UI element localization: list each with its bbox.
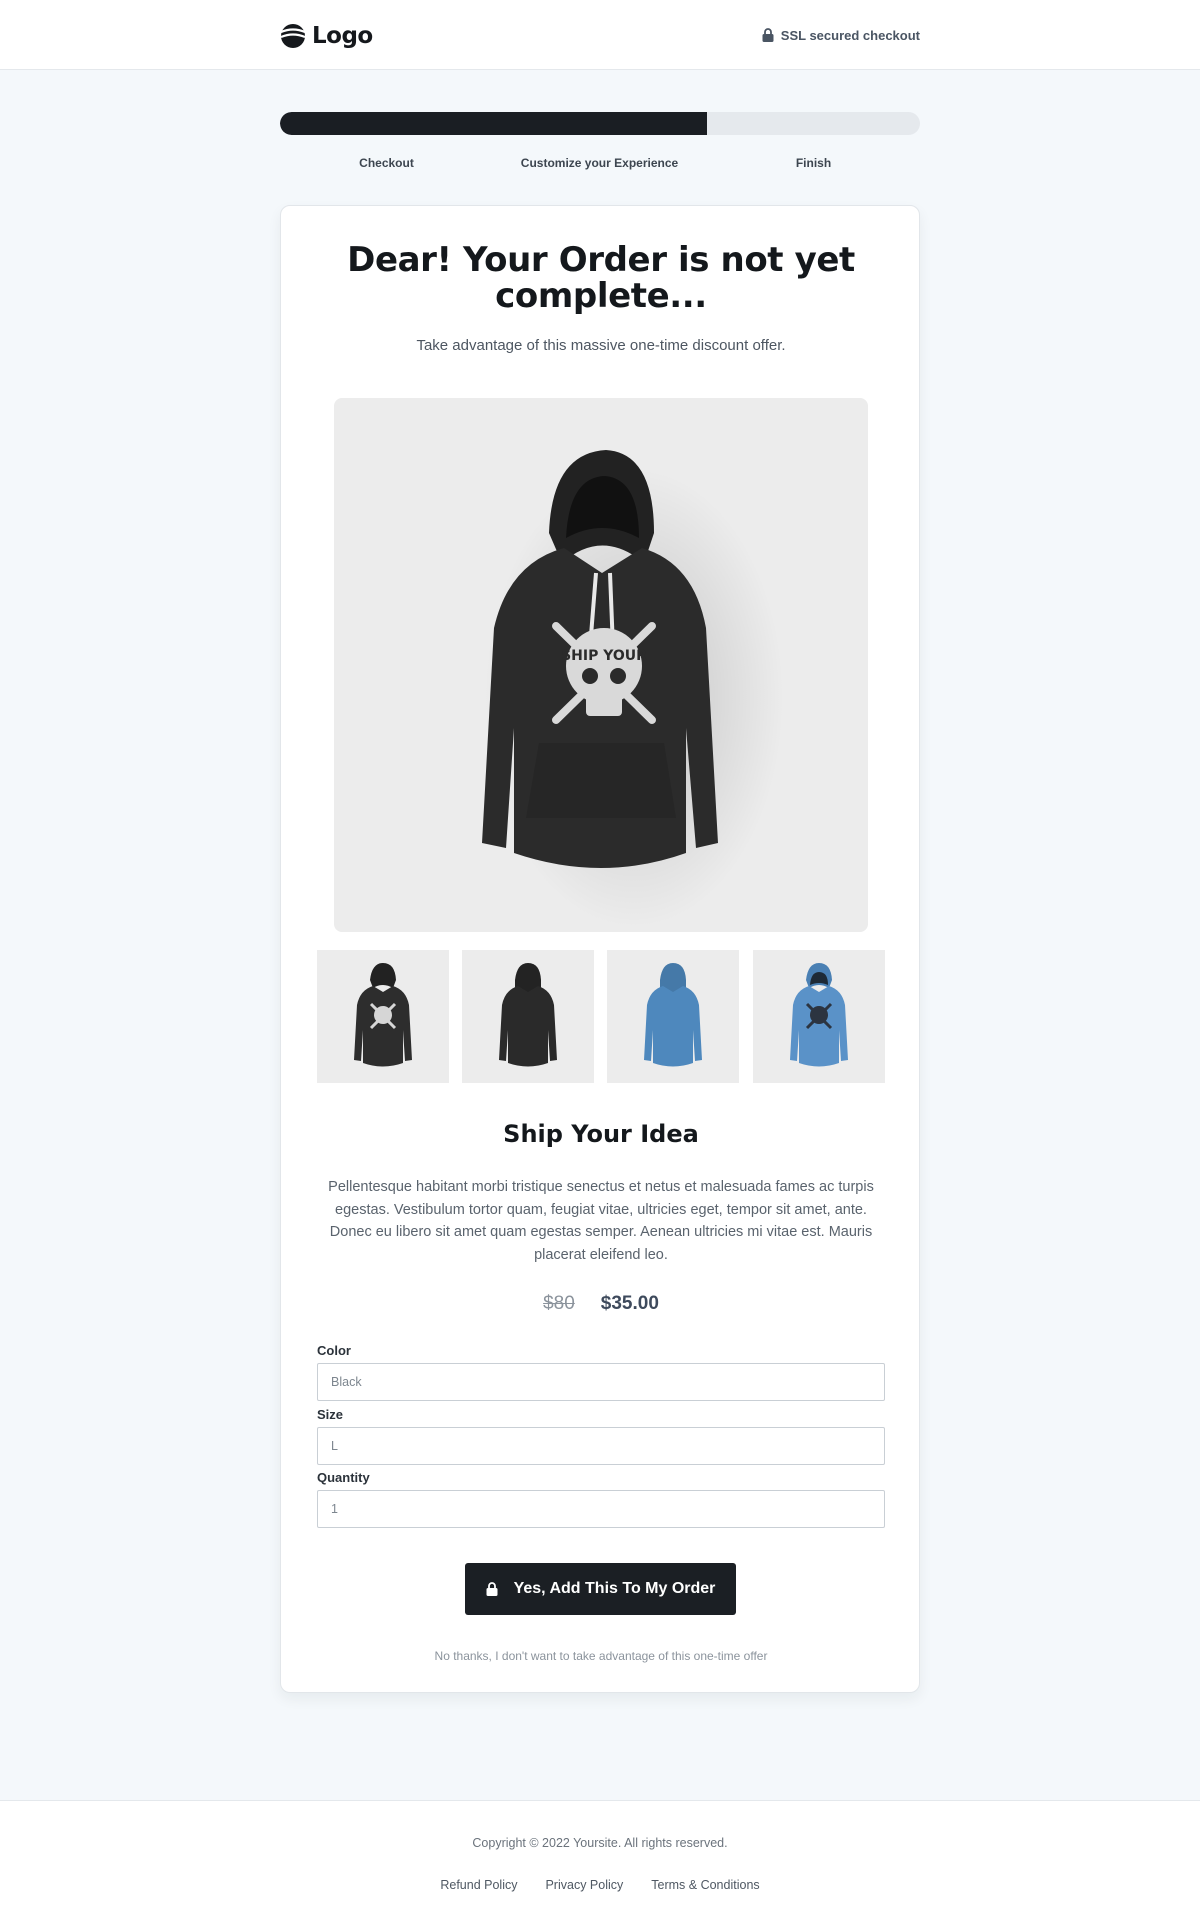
logo-text: Logo [312,23,373,49]
step-customize: Customize your Experience [520,156,679,170]
logo-icon [280,24,306,48]
ssl-text: SSL secured checkout [780,27,920,43]
size-field[interactable]: L [317,1427,885,1465]
page-title: Dear! Your Order is not yet complete... [347,240,855,316]
footer-links: Refund Policy Privacy Policy Terms & Con… [0,1878,1200,1892]
site-header: Logo SSL secured checkout [0,0,1200,70]
privacy-policy-link[interactable]: Privacy Policy [545,1878,623,1892]
progress-fill [280,112,707,135]
copyright-text: Copyright © 2022 Yoursite. All rights re… [472,1836,728,1850]
terms-link[interactable]: Terms & Conditions [651,1878,759,1892]
quantity-label: Quantity [317,1470,370,1485]
size-label: Size [317,1407,344,1422]
product-name: Ship Your Idea [503,1120,699,1148]
discount-price: $35.00 [600,1293,659,1314]
thumbnail-black-back[interactable] [462,950,594,1083]
upsell-card: Dear! Your Order is not yet complete... … [280,205,920,1693]
thumbnail-blue-back[interactable] [607,950,739,1083]
color-label: Color [317,1343,351,1358]
hoodie-thumb-icon [644,963,702,1067]
site-footer: Copyright © 2022 Yoursite. All rights re… [0,1800,1200,1929]
hoodie-thumb-icon [354,963,412,1067]
checkout-progress-bar [280,112,920,135]
decline-offer-link[interactable]: No thanks, I don't want to take advantag… [321,1649,881,1663]
hoodie-thumb-icon [499,963,557,1067]
quantity-field[interactable]: 1 [317,1490,885,1528]
lock-icon [486,1582,498,1596]
thumbnail-blue-front[interactable] [753,950,885,1083]
price-row: $80 $35.00 [321,1291,881,1317]
lock-icon [762,28,774,42]
product-main-image: SHIP YOUR [334,398,868,932]
original-price: $80 [543,1293,575,1314]
step-finish: Finish [795,156,832,170]
product-description: Pellentesque habitant morbi tristique se… [328,1179,874,1263]
add-to-order-button[interactable]: Yes, Add This To My Order [465,1563,736,1615]
hoodie-image: SHIP YOUR [482,450,784,928]
add-to-order-label: Yes, Add This To My Order [513,1580,716,1597]
thumbnail-black-front[interactable] [317,950,449,1083]
ssl-badge: SSL secured checkout [762,25,920,45]
logo[interactable]: Logo [280,21,373,51]
step-checkout: Checkout [359,156,414,170]
product-thumbnails [317,950,885,1083]
checkout-steps: Checkout Customize your Experience Finis… [280,156,920,172]
refund-policy-link[interactable]: Refund Policy [440,1878,517,1892]
hoodie-thumb-icon [790,963,848,1067]
offer-subtitle: Take advantage of this massive one-time … [416,337,786,354]
color-field[interactable]: Black [317,1363,885,1401]
svg-text:SHIP YOUR: SHIP YOUR [561,648,647,664]
